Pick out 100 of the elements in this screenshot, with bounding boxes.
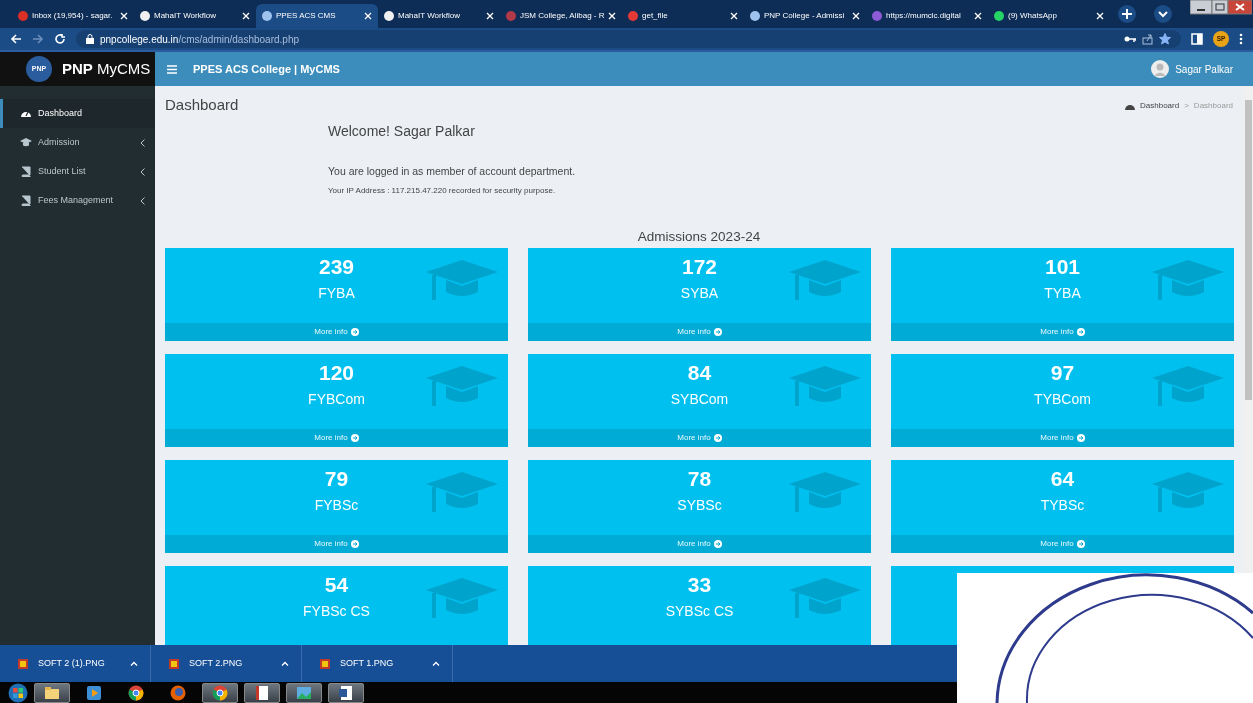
stat-label: FYBA [318,284,355,304]
taskbar-app[interactable] [202,682,238,703]
browser-tab[interactable]: MahaIT Workflow [378,4,500,28]
folder-icon [44,684,60,701]
side-panel-icon[interactable] [1191,33,1203,45]
arrow-circle-icon [713,434,722,443]
document-icon [338,684,354,701]
start-orb-icon[interactable] [8,682,28,703]
stat-count: 79 [324,466,349,492]
scrollbar[interactable] [1243,86,1253,573]
breadcrumb-link[interactable]: Dashboard [1140,100,1180,112]
stat-count: 120 [318,360,354,386]
image-file-icon [169,658,179,669]
stat-label: FYBSc [314,496,359,516]
book-icon [20,195,32,206]
taskbar-app[interactable] [244,682,280,703]
arrow-circle-icon [1076,540,1085,549]
share-icon[interactable] [1142,33,1153,45]
chevron-down-icon[interactable] [1154,5,1172,23]
arrow-circle-icon [1076,434,1085,443]
close-icon[interactable] [364,12,372,20]
reload-icon[interactable] [54,33,66,45]
stat-count: 84 [687,360,712,386]
browser-tab[interactable]: get_file [622,4,744,28]
stat-label: SYBSc CS [665,602,734,622]
arrow-circle-icon [1076,328,1085,337]
graduation-cap-icon [20,137,32,148]
sidebar-item[interactable]: Admission [0,128,155,157]
star-icon[interactable] [1159,33,1171,45]
stat-count: 239 [318,254,354,280]
close-icon[interactable] [974,12,982,20]
stat-count: 172 [681,254,717,280]
chrome-icon [128,684,144,701]
caret-up-icon [432,661,440,666]
breadcrumb-separator: > [1184,100,1189,112]
arrow-circle-icon [713,540,722,549]
brand-name[interactable]: PNP MyCMS [62,57,151,81]
book-icon [254,684,270,701]
close-icon[interactable] [852,12,860,20]
book-icon [20,166,32,177]
stat-label: SYBA [680,284,719,304]
sidebar-item[interactable]: Student List [0,157,155,186]
key-icon[interactable] [1124,35,1136,43]
stat-count: 33 [687,572,712,598]
stat-label: SYBCom [670,390,729,410]
close-icon[interactable] [486,12,494,20]
arrow-circle-icon [350,328,359,337]
stat-count: 64 [1050,466,1075,492]
arrow-circle-icon [350,434,359,443]
stat-label: TYBCom [1034,390,1091,410]
stat-label: FYBSc CS [303,602,370,622]
close-icon[interactable] [120,12,128,20]
taskbar-app[interactable] [34,682,70,703]
lock-icon [86,34,94,44]
stat-count: 101 [1044,254,1080,280]
taskbar-app[interactable] [286,682,322,703]
section-title: Admissions 2023-24 [637,229,761,245]
photo-icon [296,684,312,701]
close-icon[interactable] [242,12,250,20]
caret-up-icon [130,661,138,666]
gauge-icon [1125,102,1136,110]
stat-label: TYBA [1044,284,1081,304]
new-tab-icon[interactable] [1118,5,1136,23]
back-icon[interactable] [10,33,22,45]
stat-label: FYBCom [308,390,365,410]
close-icon[interactable] [730,12,738,20]
play-icon [86,684,102,701]
browser-tab[interactable]: (9) WhatsApp [988,4,1110,28]
browser-tab[interactable]: PPES ACS CMS [256,4,378,28]
browser-tab[interactable]: PNP College - Admissi [744,4,866,28]
role-text: You are logged in as member of account department. [328,163,577,179]
browser-tab[interactable]: Inbox (19,954) - sagar. [12,4,134,28]
stat-label: TYBSc [1040,496,1085,516]
user-avatar-icon [1151,60,1170,78]
taskbar-app[interactable] [328,682,364,703]
caret-up-icon [281,661,289,666]
close-icon[interactable] [608,12,616,20]
arrow-circle-icon [350,540,359,549]
stat-count: 78 [687,466,712,492]
stat-count: 54 [324,572,349,598]
ip-text: Your IP Address : 117.215.47.220 recorded for security purpose. [328,185,557,198]
app-title: PPES ACS College | MyCMS [193,61,341,77]
browser-tab[interactable]: https://mumclc.digital [866,4,988,28]
breadcrumb-current: Dashboard [1193,100,1233,112]
url-text[interactable]: pnpcollege.edu.in/cms/admin/dashboard.php [100,31,300,47]
more-menu-icon[interactable] [1239,33,1243,45]
stat-count: 97 [1050,360,1075,386]
close-icon[interactable] [1096,12,1104,20]
user-name[interactable]: Sagar Palkar [1175,61,1233,77]
arrow-circle-icon [713,328,722,337]
menu-icon[interactable] [167,64,177,74]
sidebar-item[interactable]: Dashboard [0,99,155,128]
welcome-heading: Welcome! Sagar Palkar [328,121,476,141]
page-title: Dashboard [165,95,239,115]
stat-label: SYBSc [677,496,722,516]
image-file-icon [18,658,28,669]
window-controls-drawing[interactable] [1190,0,1252,16]
browser-tab[interactable]: MahaIT Workflow [134,4,256,28]
sidebar-item[interactable]: Fees Management [0,186,155,215]
browser-tab[interactable]: JSM College, Alibag - R [500,4,622,28]
